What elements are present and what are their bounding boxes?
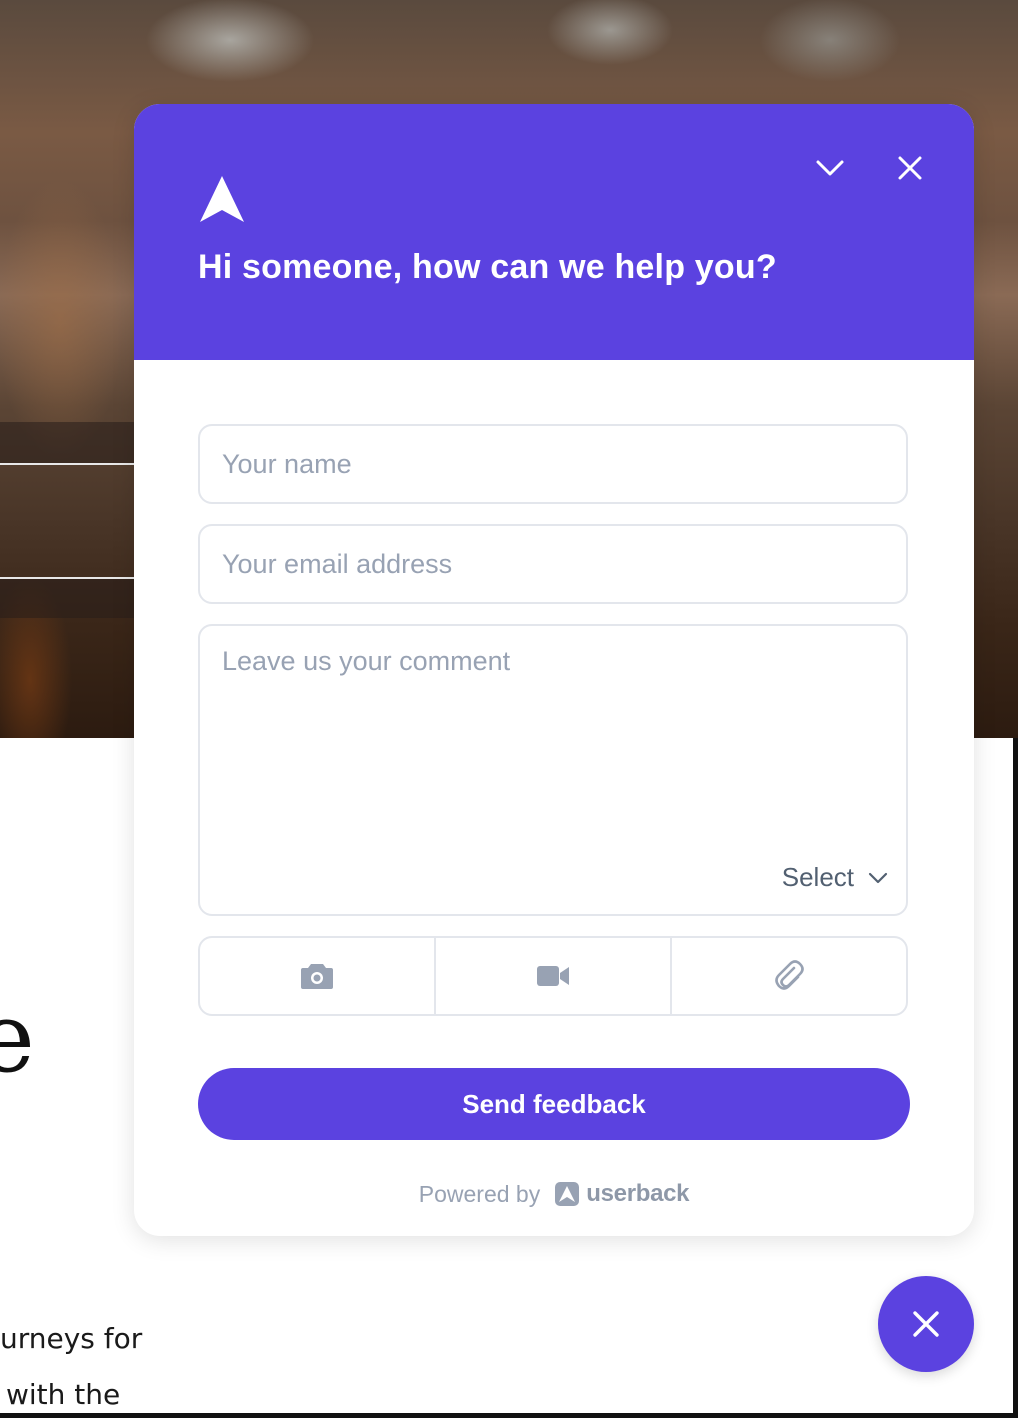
background-divider [0,577,134,579]
email-input[interactable] [198,524,908,604]
comment-field-container: Select [198,624,908,916]
brand-name: userback [586,1180,690,1207]
screenshot-button[interactable] [200,938,434,1014]
background-text-line: with the [6,1378,121,1411]
comment-textarea[interactable] [200,626,906,846]
userback-logo-icon [555,1182,580,1206]
close-widget-button[interactable] [890,148,930,188]
video-icon [537,966,569,986]
chevron-down-icon [868,872,888,883]
window-frame-edge [0,1413,1018,1418]
background-overlay-band [0,578,134,618]
feedback-widget: Hi someone, how can we help you? Select [134,104,974,1236]
category-select-label: Select [781,862,854,892]
widget-header: Hi someone, how can we help you? [134,104,974,360]
attach-file-button[interactable] [670,938,906,1014]
attachment-toolbar [198,936,908,1016]
background-divider [0,463,134,465]
widget-title: Hi someone, how can we help you? [198,248,777,286]
close-icon [913,1311,939,1337]
powered-by-footer: Powered by userback [134,1180,974,1208]
minimize-button[interactable] [810,148,850,188]
category-select[interactable]: Select [782,862,888,893]
userback-brand-link[interactable]: userback [554,1180,690,1208]
background-text-line: urneys for [0,1322,143,1355]
chevron-down-icon [816,160,844,176]
background-heading-fragment: e [0,982,35,1094]
powered-by-label: Powered by [418,1180,541,1207]
close-icon [898,156,922,180]
video-record-button[interactable] [434,938,670,1014]
background-overlay-band [0,422,134,464]
camera-icon [301,964,333,989]
window-frame-edge [1013,738,1018,1418]
feedback-launcher-close-button[interactable] [878,1276,974,1372]
send-feedback-button[interactable]: Send feedback [198,1068,910,1140]
name-input[interactable] [198,424,908,504]
paperclip-icon [775,960,804,990]
userback-arrow-logo-icon [200,176,244,222]
